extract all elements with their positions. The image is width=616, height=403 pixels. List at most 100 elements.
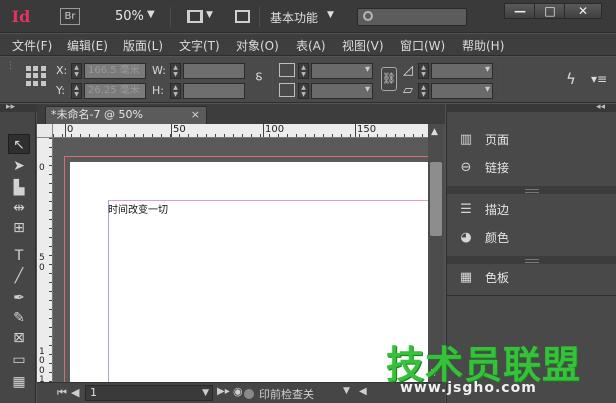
collapse-icon[interactable]: ◂◂	[596, 102, 605, 112]
rectangle-tool-icon[interactable]: ▭	[8, 350, 30, 370]
menu-edit[interactable]: 编辑(E)	[67, 37, 108, 54]
panel-group-handle[interactable]	[447, 186, 616, 194]
tab-document[interactable]: *未命名-7 @ 50% ×	[45, 106, 207, 124]
rotate-dropdown[interactable]	[431, 63, 493, 79]
ruler-tick	[49, 345, 52, 346]
panel-group-handle[interactable]	[447, 256, 616, 264]
close-button[interactable]: ✕	[564, 3, 602, 19]
minimize-button[interactable]: —	[504, 3, 536, 19]
vertical-scrollbar[interactable]: ▲ ▼	[428, 124, 444, 382]
menu-window[interactable]: 窗口(W)	[400, 37, 445, 54]
document-canvas[interactable]: 时间改变一切	[53, 138, 428, 382]
zoom-level[interactable]: 50%	[115, 9, 144, 24]
pencil-tool-icon[interactable]: ✎	[8, 308, 30, 328]
panel-stroke[interactable]: ☰ 描边	[457, 200, 612, 220]
selection-tool-icon[interactable]: ↖	[8, 134, 30, 154]
expand-icon[interactable]: ▸▸	[6, 102, 15, 112]
preflight-status[interactable]: 印前检查关	[259, 386, 314, 402]
scroll-thumb[interactable]	[430, 162, 442, 236]
document-page[interactable]	[70, 162, 428, 382]
scale-y-icon[interactable]	[279, 83, 295, 97]
pen-tool-icon[interactable]: ✒	[8, 288, 30, 308]
chevron-down-icon[interactable]: ▼	[147, 9, 155, 20]
workspace-switcher[interactable]: 基本功能	[270, 9, 318, 26]
chevron-down-icon[interactable]: ▼	[327, 10, 334, 20]
ruler-tick	[49, 156, 52, 157]
prev-page-icon[interactable]: ◀	[71, 386, 79, 399]
gap-tool-icon[interactable]: ⇹	[8, 198, 30, 218]
y-stepper[interactable]: ▲ ▼	[71, 83, 82, 99]
h-field[interactable]	[183, 83, 245, 99]
panel-links[interactable]: ⊖ 链接	[457, 158, 612, 178]
constrain-proportions-icon[interactable]: ⸹	[250, 71, 268, 87]
scale-x-icon[interactable]	[279, 63, 295, 77]
scale-x-stepper[interactable]: ▲ ▼	[298, 63, 309, 79]
chevron-down-icon[interactable]: ▼	[202, 386, 209, 400]
line-tool-icon[interactable]: ╱	[8, 266, 30, 286]
panel-color[interactable]: ◕ 颜色	[457, 228, 612, 248]
w-stepper[interactable]: ▲ ▼	[170, 63, 181, 79]
h-label: H:	[152, 84, 164, 97]
ruler-tick	[49, 336, 52, 337]
x-label: X:	[56, 64, 68, 77]
x-stepper[interactable]: ▲ ▼	[71, 63, 82, 79]
menu-view[interactable]: 视图(V)	[342, 37, 384, 54]
chevron-down-icon[interactable]: ▼	[206, 10, 213, 20]
h-stepper[interactable]: ▲ ▼	[170, 83, 181, 99]
scale-y-dropdown[interactable]	[311, 83, 373, 99]
menu-help[interactable]: 帮助(H)	[462, 37, 504, 54]
close-tab-icon[interactable]: ×	[191, 107, 200, 123]
maximize-button[interactable]: □	[534, 3, 566, 19]
page-number-field[interactable]: 1 ▼	[85, 385, 213, 401]
w-field[interactable]	[183, 63, 245, 79]
text-frame[interactable]: 时间改变一切	[108, 201, 168, 216]
menu-type[interactable]: 文字(T)	[179, 37, 220, 54]
ruler-origin[interactable]	[37, 124, 53, 138]
scroll-down-icon[interactable]: ▼	[431, 368, 438, 378]
lightning-icon[interactable]: ϟ	[563, 71, 579, 87]
shear-dropdown[interactable]	[431, 83, 493, 99]
x-field[interactable]: 166.5 毫米	[84, 63, 146, 79]
scroll-up-icon[interactable]: ▲	[431, 127, 438, 137]
content-collector-icon[interactable]: ⊞	[8, 218, 30, 238]
first-page-icon[interactable]: ⏮	[57, 386, 67, 400]
scissors-tool-icon[interactable]: ▦	[8, 372, 30, 392]
rotate-stepper[interactable]: ▲ ▼	[418, 63, 429, 79]
fullscreen-icon[interactable]	[235, 10, 250, 23]
ruler-tick	[49, 255, 52, 256]
page-tool-icon[interactable]: ▙	[8, 178, 30, 198]
direct-selection-tool-icon[interactable]: ➤	[8, 156, 30, 176]
ruler-label: 0	[39, 356, 45, 366]
w-label: W:	[152, 64, 166, 77]
rectangle-frame-tool-icon[interactable]: ⊠	[8, 328, 30, 348]
shear-stepper[interactable]: ▲ ▼	[418, 83, 429, 99]
menu-object[interactable]: 对象(O)	[236, 37, 279, 54]
reference-point-icon[interactable]	[26, 66, 46, 86]
panel-pages[interactable]: ▥ 页面	[457, 130, 612, 150]
link-icon[interactable]: ⛓	[381, 67, 397, 91]
ruler-tick	[49, 318, 52, 319]
page-options-icon[interactable]: ▶▸	[217, 386, 230, 397]
type-tool-icon[interactable]: T	[8, 246, 30, 266]
control-panel: ⋮ X: ▲ ▼ 166.5 毫米 W: ▲ ▼ Y: ▲ ▼ 26.25 毫米 H:…	[0, 57, 616, 103]
panel-menu-icon[interactable]: ▾≡	[591, 71, 607, 87]
bleed-guide-top	[64, 156, 428, 157]
search-input[interactable]	[357, 8, 467, 26]
scale-y-stepper[interactable]: ▲ ▼	[298, 83, 309, 99]
chevron-down-icon[interactable]: ▼	[343, 386, 350, 396]
pages-icon: ▥	[459, 132, 473, 147]
ruler-tick	[314, 134, 315, 137]
screen-mode-icon[interactable]	[187, 10, 203, 23]
ruler-label: 0	[39, 163, 45, 173]
preflight-menu-icon[interactable]: ◉	[233, 385, 243, 398]
menu-layout[interactable]: 版面(L)	[123, 37, 163, 54]
bridge-button[interactable]: Br	[60, 8, 80, 25]
ruler-tick	[49, 201, 52, 202]
scale-x-dropdown[interactable]	[311, 63, 373, 79]
grip-icon: ⋮	[6, 61, 15, 71]
menu-file[interactable]: 文件(F)	[12, 37, 52, 54]
panel-swatches[interactable]: ▦ 色板	[457, 268, 612, 288]
menu-table[interactable]: 表(A)	[296, 37, 326, 54]
scroll-left-icon[interactable]: ◀	[359, 386, 367, 397]
y-field[interactable]: 26.25 毫米	[84, 83, 146, 99]
